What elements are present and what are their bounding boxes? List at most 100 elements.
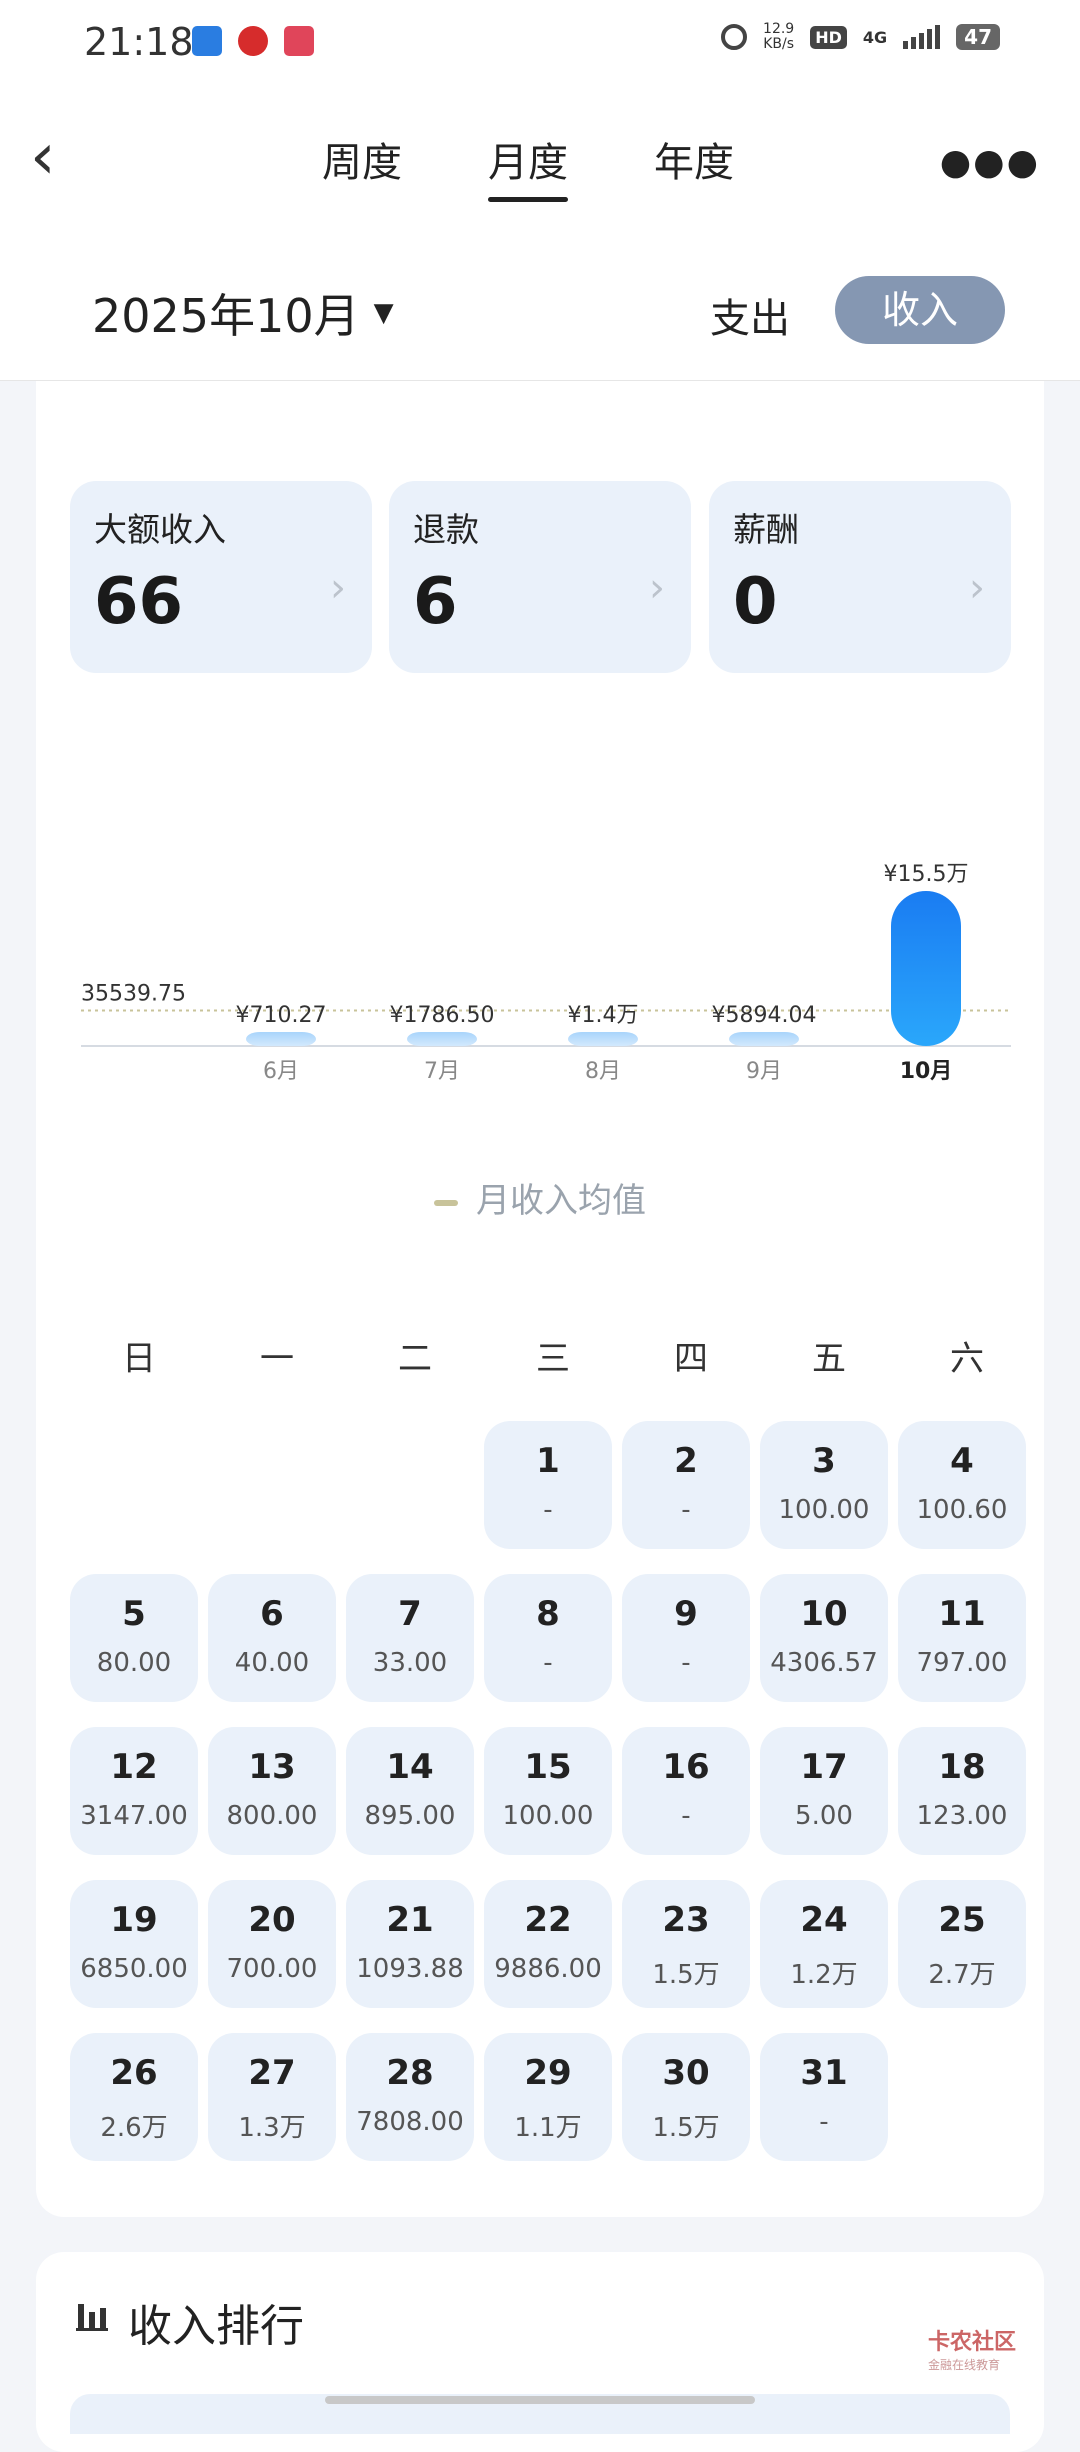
weekday-label: 五: [812, 1339, 846, 1379]
calendar-day-cell[interactable]: 6 40.00: [208, 1574, 336, 1702]
calendar-day-cell[interactable]: 9-: [622, 1574, 750, 1702]
day-amount: 100.00: [502, 1801, 594, 1831]
stat-refund[interactable]: 退款 6 ›: [389, 481, 691, 673]
day-amount: 6850.00: [80, 1954, 188, 1984]
day-number: 12: [110, 1747, 158, 1787]
day-number: 15: [524, 1747, 572, 1787]
calendar-day-cell[interactable]: 12 3147.00: [70, 1727, 198, 1855]
stat-value: 6: [413, 565, 458, 639]
day-amount: -: [819, 2107, 829, 2137]
calendar-day-cell[interactable]: 30 1.5万: [622, 2033, 750, 2161]
x-tick-label: 10月: [900, 1059, 953, 1084]
weekday-label: 二: [398, 1339, 432, 1379]
calendar-day-cell[interactable]: 31 -: [760, 2033, 888, 2161]
chevron-right-icon: ›: [330, 565, 346, 611]
month-selector[interactable]: 2025年10月 ▼: [92, 280, 394, 346]
bar-8月: [568, 1032, 638, 1046]
day-amount: 33.00: [372, 1648, 448, 1678]
day-number: 23: [662, 1900, 710, 1940]
day-number: 7: [398, 1594, 422, 1634]
tab-yearly[interactable]: 年度: [654, 130, 734, 202]
day-number: 26: [110, 2053, 158, 2093]
calendar-day-cell[interactable]: 18 123.00: [898, 1727, 1026, 1855]
calendar-day-cell[interactable]: 14 895.00: [346, 1727, 474, 1855]
bar-value-label: ¥15.5万: [884, 862, 969, 887]
stat-salary[interactable]: 薪酬 0 ›: [709, 481, 1011, 673]
legend-swatch: [434, 1199, 458, 1206]
calendar-day-cell[interactable]: 13 800.00: [208, 1727, 336, 1855]
day-amount: -: [681, 1648, 691, 1678]
monthly-income-chart: 35539.75 ¥710.27 6月 ¥1786.50 7月 ¥1.4万 8月 ¥5894.…: [81, 862, 1011, 1084]
chevron-right-icon: ›: [649, 565, 665, 611]
calendar-day-cell[interactable]: 7 33.00: [346, 1574, 474, 1702]
calendar-day-cell[interactable]: 3 100.00: [760, 1421, 888, 1549]
weekday-label: 一: [260, 1339, 294, 1379]
day-amount: 9886.00: [494, 1954, 602, 1984]
calendar-day-cell[interactable]: 11 797.00: [898, 1574, 1026, 1702]
stat-value: 66: [94, 565, 184, 639]
calendar-day-cell[interactable]: 2-: [622, 1421, 750, 1549]
calendar-day-cell[interactable]: 26 2.6万: [70, 2033, 198, 2161]
watermark-name: 卡农社区: [927, 2330, 1016, 2355]
legend-label: 月收入均值: [476, 1181, 646, 1221]
app-notification-icon: [238, 26, 268, 56]
toggle-expense[interactable]: 支出: [710, 286, 790, 344]
calendar-day-cell[interactable]: 21 1093.88: [346, 1880, 474, 2008]
stat-title: 薪酬: [733, 510, 799, 549]
day-number: 3: [812, 1441, 836, 1481]
day-amount: 4306.57: [770, 1648, 878, 1678]
month-label: 2025年10月: [92, 289, 360, 343]
day-number: 28: [386, 2053, 434, 2093]
back-icon[interactable]: ‹: [30, 122, 90, 192]
watermark: 卡农社区 金融在线教育: [928, 2324, 1016, 2373]
ranking-title: 收入排行: [128, 2301, 304, 2352]
battery-icon: 47: [956, 24, 1000, 50]
calendar-day-cell[interactable]: 16 -: [622, 1727, 750, 1855]
calendar-day-cell[interactable]: 19 6850.00: [70, 1880, 198, 2008]
day-amount: 7808.00: [356, 2107, 464, 2137]
day-amount: 1.1万: [514, 2113, 582, 2143]
day-amount: 1093.88: [356, 1954, 464, 1984]
calendar-day-cell[interactable]: 4 100.60: [898, 1421, 1026, 1549]
tab-weekly[interactable]: 周度: [322, 130, 402, 202]
chevron-right-icon: ›: [969, 565, 985, 611]
home-indicator[interactable]: [325, 2396, 755, 2404]
day-number: 30: [662, 2053, 710, 2093]
calendar-day-cell[interactable]: 15 100.00: [484, 1727, 612, 1855]
more-icon[interactable]: ●●●: [940, 142, 1040, 183]
calendar-day-cell[interactable]: 24 1.2万: [760, 1880, 888, 2008]
day-number: 27: [248, 2053, 296, 2093]
day-number: 11: [938, 1594, 986, 1634]
calendar-day-cell[interactable]: 29 1.1万: [484, 2033, 612, 2161]
calendar-day-cell[interactable]: 25 2.7万: [898, 1880, 1026, 2008]
calendar-day-cell[interactable]: 22 9886.00: [484, 1880, 612, 2008]
calendar-day-cell[interactable]: 8-: [484, 1574, 612, 1702]
day-amount: 1.3万: [238, 2113, 306, 2143]
calendar-day-cell[interactable]: 5 80.00: [70, 1574, 198, 1702]
calendar-day-cell[interactable]: 23 1.5万: [622, 1880, 750, 2008]
day-number: 25: [938, 1900, 986, 1940]
calendar-day-cell[interactable]: 1-: [484, 1421, 612, 1549]
calendar-day-cell[interactable]: 17 5.00: [760, 1727, 888, 1855]
stat-large-income[interactable]: 大额收入 66 ›: [70, 481, 372, 673]
toggle-income[interactable]: 收入: [835, 276, 1005, 344]
tab-monthly[interactable]: 月度: [488, 130, 568, 202]
app-notification-icon: [192, 26, 222, 56]
day-number: 20: [248, 1900, 296, 1940]
day-amount: 2.7万: [928, 1960, 996, 1990]
day-number: 22: [524, 1900, 572, 1940]
day-number: 19: [110, 1900, 158, 1940]
calendar-day-cell[interactable]: 10 4306.57: [760, 1574, 888, 1702]
calendar-day-cell[interactable]: 28 7808.00: [346, 2033, 474, 2161]
bar-chart-icon: [76, 2304, 108, 2331]
x-tick-label: 9月: [746, 1059, 782, 1084]
net-speed-value: 12.9: [763, 21, 795, 37]
signal-icon: [903, 25, 941, 49]
calendar-day-cell[interactable]: 20 700.00: [208, 1880, 336, 2008]
day-amount: -: [681, 1495, 691, 1525]
bar-6月: [246, 1032, 316, 1046]
income-card: 大额收入 66 › 退款 6 › 薪酬 0 › 35539.75 ¥710.27 6…: [36, 381, 1044, 2217]
calendar-day-cell[interactable]: 27 1.3万: [208, 2033, 336, 2161]
day-amount: 1.2万: [790, 1960, 858, 1990]
calendar-grid: 1-2-3 100.00 4 100.60 5 80.00 6 40.00 7 33.00 8-9-…: [70, 1421, 1030, 2181]
